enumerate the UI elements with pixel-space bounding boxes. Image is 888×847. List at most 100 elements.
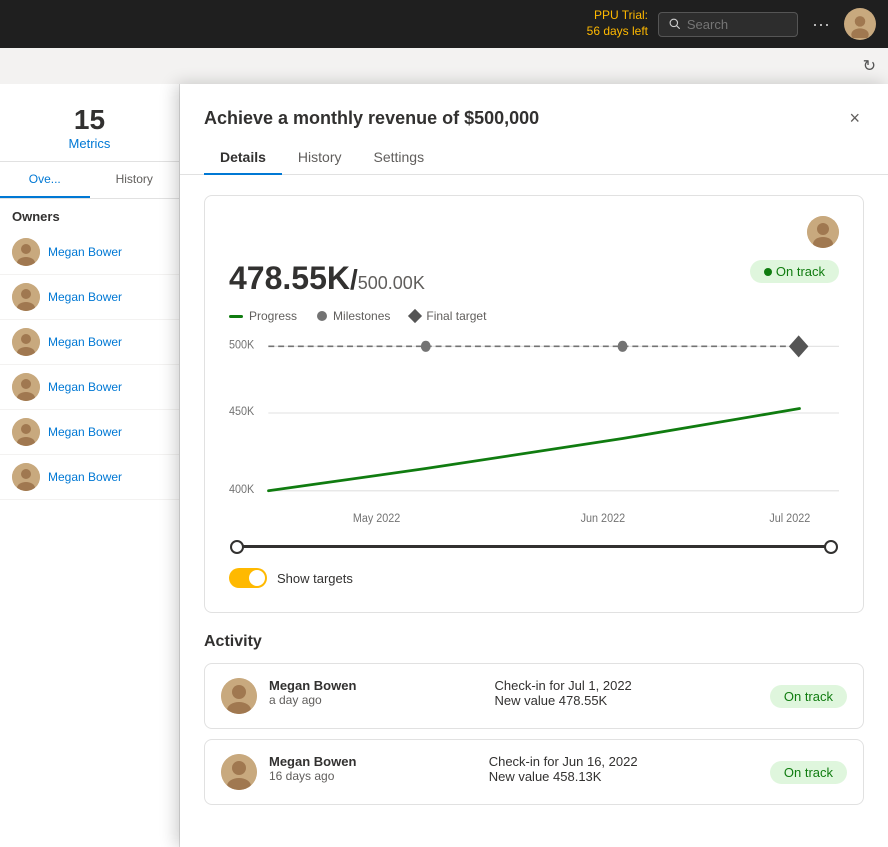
- list-item[interactable]: Megan Bower: [0, 410, 179, 455]
- owner-name: Megan Bower: [48, 335, 122, 349]
- svg-text:May 2022: May 2022: [353, 512, 400, 525]
- show-targets-toggle[interactable]: [229, 568, 267, 588]
- svg-text:Jun 2022: Jun 2022: [581, 512, 625, 525]
- avatar: [12, 328, 40, 356]
- sidebar: 15 Metrics Ove... History Owners Megan B…: [0, 84, 180, 847]
- activity-item-left: Megan Bowen 16 days ago: [221, 754, 356, 790]
- activity-item: Megan Bowen a day ago Check-in for Jul 1…: [204, 663, 864, 729]
- metric-top: 478.55K/500.00K On track: [229, 260, 839, 297]
- main-area: 15 Metrics Ove... History Owners Megan B…: [0, 84, 888, 847]
- activity-avatar: [221, 678, 257, 714]
- metric-owner-avatar: [807, 216, 839, 248]
- activity-person-info: Megan Bowen a day ago: [269, 678, 356, 707]
- activity-person-info: Megan Bowen 16 days ago: [269, 754, 356, 783]
- svg-text:400K: 400K: [229, 483, 255, 496]
- toggle-thumb: [249, 570, 265, 586]
- metric-value: 478.55K/500.00K: [229, 260, 425, 297]
- activity-person-name: Megan Bowen: [269, 678, 356, 693]
- more-button[interactable]: ···: [808, 10, 834, 39]
- tab-details[interactable]: Details: [204, 141, 282, 175]
- owner-name: Megan Bower: [48, 245, 122, 259]
- range-slider-container: [229, 541, 839, 564]
- avatar: [12, 283, 40, 311]
- topbar: PPU Trial: 56 days left ···: [0, 0, 888, 48]
- metrics-summary: 15 Metrics: [0, 84, 179, 162]
- list-item[interactable]: Megan Bower: [0, 230, 179, 275]
- activity-checkin: Check-in for Jul 1, 2022: [494, 678, 631, 693]
- sidebar-item-history[interactable]: History: [90, 162, 180, 198]
- list-item[interactable]: Megan Bower: [0, 275, 179, 320]
- reload-button[interactable]: ↻: [863, 56, 876, 76]
- ppu-line1: PPU Trial:: [587, 8, 648, 24]
- legend-progress-icon: [229, 315, 243, 318]
- ppu-days-left: 56 days left: [587, 24, 648, 40]
- ppu-trial-info: PPU Trial: 56 days left: [587, 8, 648, 39]
- legend-final-target: Final target: [410, 309, 486, 323]
- activity-item-left: Megan Bowen a day ago: [221, 678, 356, 714]
- legend-milestones-label: Milestones: [333, 309, 390, 323]
- user-avatar[interactable]: [844, 8, 876, 40]
- avatar: [12, 238, 40, 266]
- tab-settings[interactable]: Settings: [357, 141, 440, 175]
- legend-milestones: Milestones: [317, 309, 390, 323]
- owner-list: Megan Bower Megan Bower Megan Bower Mega…: [0, 230, 179, 500]
- modal-title: Achieve a monthly revenue of $500,000: [204, 108, 539, 129]
- legend-progress: Progress: [229, 309, 297, 323]
- activity-section: Activity Megan Bowen a day ago Check-in …: [204, 633, 864, 805]
- metric-status-label: On track: [776, 264, 825, 279]
- search-box[interactable]: [658, 12, 798, 37]
- range-track: [237, 545, 831, 548]
- legend-milestones-icon: [317, 311, 327, 321]
- modal-panel: Achieve a monthly revenue of $500,000 × …: [180, 84, 888, 847]
- activity-value: New value 458.13K: [489, 769, 638, 784]
- sidebar-nav: Ove... History: [0, 162, 179, 199]
- activity-avatar: [221, 754, 257, 790]
- activity-value: New value 478.55K: [494, 693, 631, 708]
- avatar: [12, 418, 40, 446]
- activity-time: 16 days ago: [269, 769, 356, 783]
- owner-name: Megan Bower: [48, 470, 122, 484]
- activity-status-badge: On track: [770, 685, 847, 708]
- metric-target: 500.00K: [358, 273, 425, 293]
- sidebar-item-overview[interactable]: Ove...: [0, 162, 90, 198]
- chart-area: 500K 450K 400K: [229, 333, 839, 533]
- close-button[interactable]: ×: [845, 104, 864, 133]
- metrics-count: 15: [10, 104, 169, 136]
- reload-bar: ↻: [0, 48, 888, 84]
- list-item[interactable]: Megan Bower: [0, 455, 179, 500]
- svg-text:Jul 2022: Jul 2022: [769, 512, 810, 525]
- show-targets-toggle-row: Show targets: [229, 564, 839, 596]
- list-item[interactable]: Megan Bower: [0, 365, 179, 410]
- metric-separator: /: [350, 264, 358, 295]
- avatar: [12, 463, 40, 491]
- metrics-label: Metrics: [10, 136, 169, 151]
- list-item[interactable]: Megan Bower: [0, 320, 179, 365]
- avatar: [12, 373, 40, 401]
- on-track-badge: On track: [750, 260, 839, 283]
- activity-time: a day ago: [269, 693, 356, 707]
- owner-name: Megan Bower: [48, 425, 122, 439]
- metric-current: 478.55K: [229, 260, 350, 296]
- svg-text:500K: 500K: [229, 339, 255, 352]
- search-icon: [669, 17, 681, 31]
- modal-body: 478.55K/500.00K On track Progress: [180, 175, 888, 847]
- metric-card: 478.55K/500.00K On track Progress: [204, 195, 864, 613]
- chart-svg: 500K 450K 400K: [229, 333, 839, 533]
- legend-progress-label: Progress: [249, 309, 297, 323]
- modal-header: Achieve a monthly revenue of $500,000 ×: [180, 84, 888, 133]
- owner-name: Megan Bower: [48, 380, 122, 394]
- legend-final-target-icon: [408, 309, 422, 323]
- owners-heading: Owners: [0, 199, 179, 230]
- search-input[interactable]: [687, 17, 787, 32]
- legend-final-target-label: Final target: [426, 309, 486, 323]
- activity-title: Activity: [204, 633, 864, 651]
- on-track-dot: [764, 268, 772, 276]
- activity-detail: Check-in for Jul 1, 2022 New value 478.5…: [494, 678, 631, 708]
- chart-legend: Progress Milestones Final target: [229, 309, 839, 323]
- owner-name: Megan Bower: [48, 290, 122, 304]
- tab-history[interactable]: History: [282, 141, 358, 175]
- svg-text:450K: 450K: [229, 406, 255, 419]
- range-thumb-right[interactable]: [824, 540, 838, 554]
- range-thumb-left[interactable]: [230, 540, 244, 554]
- activity-detail: Check-in for Jun 16, 2022 New value 458.…: [489, 754, 638, 784]
